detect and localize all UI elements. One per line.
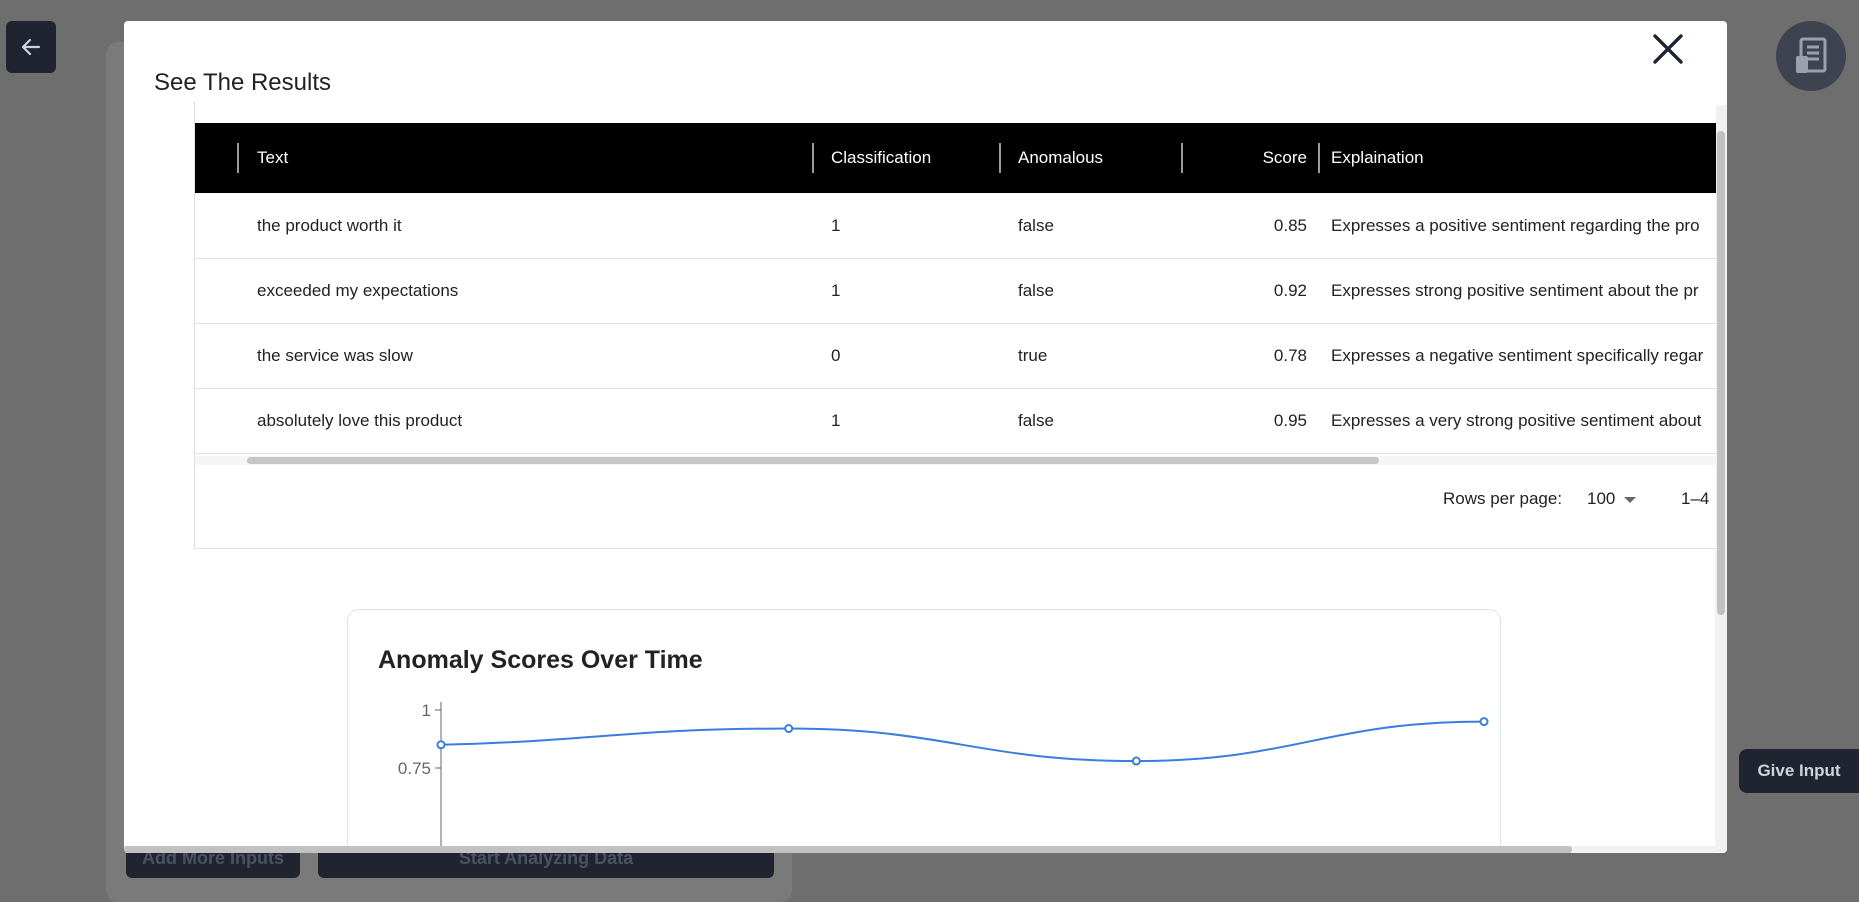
column-separator[interactable]: [812, 143, 814, 173]
table-row[interactable]: absolutely love this product 1 false 0.9…: [195, 388, 1716, 454]
column-separator[interactable]: [1318, 143, 1320, 173]
report-button[interactable]: [1776, 21, 1846, 91]
cell-score: 0.92: [1273, 280, 1307, 300]
modal-horizontal-scrollbar[interactable]: [124, 846, 1715, 853]
cell-explanation: Expresses strong positive sentiment abou…: [1331, 280, 1699, 300]
pagination-range: 1–4: [1681, 489, 1710, 508]
table-horizontal-scrollbar[interactable]: [195, 456, 1716, 465]
data-point[interactable]: [1479, 717, 1489, 727]
rows-per-page-label: Rows per page:: [1443, 489, 1563, 508]
line-chart: 10.75: [398, 701, 1489, 853]
cell-text: the service was slow: [257, 345, 413, 365]
table-row[interactable]: exceeded my expectations 1 false 0.92 Ex…: [195, 258, 1716, 324]
column-header-anomalous[interactable]: Anomalous: [1018, 123, 1103, 193]
column-separator[interactable]: [999, 143, 1001, 173]
cell-text: absolutely love this product: [257, 410, 463, 430]
cell-classification: 1: [831, 280, 841, 300]
cell-explanation: Expresses a negative sentiment specifica…: [1331, 345, 1704, 365]
cell-score: 0.85: [1273, 215, 1307, 235]
cell-score: 0.95: [1273, 410, 1307, 430]
modal-horizontal-scrollbar-thumb[interactable]: [124, 846, 1572, 853]
column-header-classification[interactable]: Classification: [831, 123, 931, 193]
cell-explanation: Expresses a very strong positive sentime…: [1331, 410, 1702, 430]
rows-per-page-value: 100: [1587, 489, 1616, 508]
cell-anomalous: false: [1018, 410, 1054, 430]
cell-explanation: Expresses a positive sentiment regarding…: [1331, 215, 1700, 235]
results-modal: See The Results Text Classification Anom…: [124, 21, 1727, 853]
column-separator[interactable]: [1181, 143, 1183, 173]
results-table: Text Classification Anomalous Score Expl…: [194, 101, 1716, 549]
data-point[interactable]: [784, 724, 794, 734]
table-horizontal-scrollbar-thumb[interactable]: [247, 457, 1379, 464]
column-header-text[interactable]: Text: [257, 123, 288, 193]
column-header-score[interactable]: Score: [1195, 123, 1307, 193]
modal-body: Text Classification Anomalous Score Expl…: [124, 101, 1727, 853]
modal-title: See The Results: [154, 69, 331, 96]
cell-anomalous: false: [1018, 280, 1054, 300]
cell-anomalous: false: [1018, 215, 1054, 235]
caret-down-icon: [1624, 497, 1637, 503]
arrow-left-icon: [21, 38, 41, 56]
cell-anomalous: true: [1018, 345, 1048, 365]
cell-text: exceeded my expectations: [257, 280, 459, 300]
data-point[interactable]: [436, 740, 446, 750]
column-header-explanation[interactable]: Explaination: [1331, 123, 1424, 193]
table-header: Text Classification Anomalous Score Expl…: [195, 123, 1716, 193]
document-icon: [1796, 37, 1827, 73]
chart-card: Anomaly Scores Over Time 1 0.75: [347, 609, 1501, 853]
give-input-button[interactable]: Give Input: [1739, 749, 1859, 793]
cell-text: the product worth it: [257, 215, 402, 235]
column-separator[interactable]: [237, 143, 239, 173]
table-row[interactable]: the service was slow 0 true 0.78 Express…: [195, 323, 1716, 389]
back-button[interactable]: [6, 21, 56, 73]
table-row[interactable]: the product worth it 1 false 0.85 Expres…: [195, 193, 1716, 259]
close-button[interactable]: [1644, 25, 1692, 73]
cell-score: 0.78: [1273, 345, 1307, 365]
y-tick-label: 0.75: [398, 759, 431, 778]
cell-classification: 1: [831, 215, 841, 235]
rows-per-page-select[interactable]: 100: [1587, 485, 1641, 513]
cell-classification: 0: [831, 345, 841, 365]
cell-classification: 1: [831, 410, 841, 430]
series-line: [440, 720, 1485, 763]
table-pagination: Rows per page: 100 1–4: [195, 467, 1716, 547]
close-icon: [1653, 34, 1683, 64]
data-point[interactable]: [1131, 756, 1141, 766]
y-tick-label: 1: [422, 701, 431, 720]
